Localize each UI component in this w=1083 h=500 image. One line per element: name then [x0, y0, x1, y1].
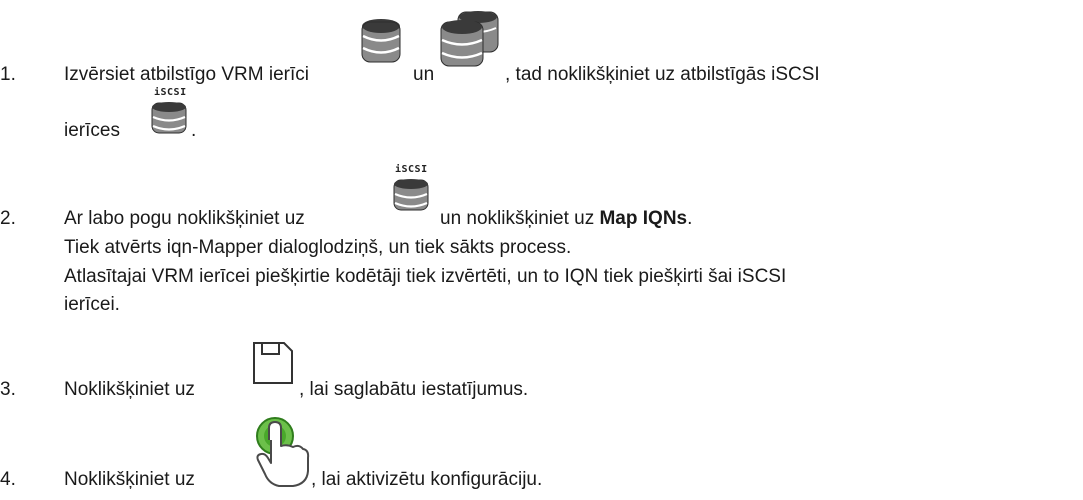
step-text-part: un noklikšķiniet uz — [440, 208, 595, 229]
step-text: , tad noklikšķiniet uz atbilstīgās iSCSI — [505, 64, 820, 85]
step-text: . — [191, 120, 197, 141]
activate-configuration-icon — [253, 416, 311, 494]
step-text: ierīces — [64, 120, 120, 141]
step-number: 3. — [0, 379, 16, 400]
map-iqns-label: Map IQNs — [599, 208, 688, 229]
step-text: Noklikšķiniet uz — [64, 379, 195, 400]
step-text-part: . — [687, 208, 693, 229]
step-detail-line: ierīcei. — [64, 294, 120, 315]
iscsi-device-icon — [393, 178, 429, 218]
step-text: un — [413, 64, 435, 85]
step-text: , lai saglabātu iestatījumus. — [299, 379, 529, 400]
step-text: Izvērsiet atbilstīgo VRM ierīci — [64, 64, 309, 85]
vrm-device-icon — [361, 18, 401, 70]
step-detail-line: Tiek atvērts iqn-Mapper dialoglodziņš, u… — [64, 237, 572, 258]
step-number: 2. — [0, 208, 16, 229]
step-number: 1. — [0, 64, 16, 85]
iscsi-icon-label: iSCSI — [154, 87, 187, 98]
step-text: Noklikšķiniet uz — [64, 469, 195, 490]
step-number: 4. — [0, 469, 16, 490]
step-detail-line: Atlasītajai VRM ierīcei piešķirtie kodēt… — [64, 266, 787, 287]
storage-pool-icon — [440, 10, 500, 74]
step-text: Ar labo pogu noklikšķiniet uz — [64, 208, 305, 229]
iscsi-icon-label: iSCSI — [395, 164, 428, 175]
save-icon — [252, 341, 294, 391]
iscsi-device-icon — [151, 101, 187, 141]
step-text: un noklikšķiniet uz Map IQNs. — [440, 208, 692, 230]
step-text: , lai aktivizētu konfigurāciju. — [311, 469, 543, 490]
